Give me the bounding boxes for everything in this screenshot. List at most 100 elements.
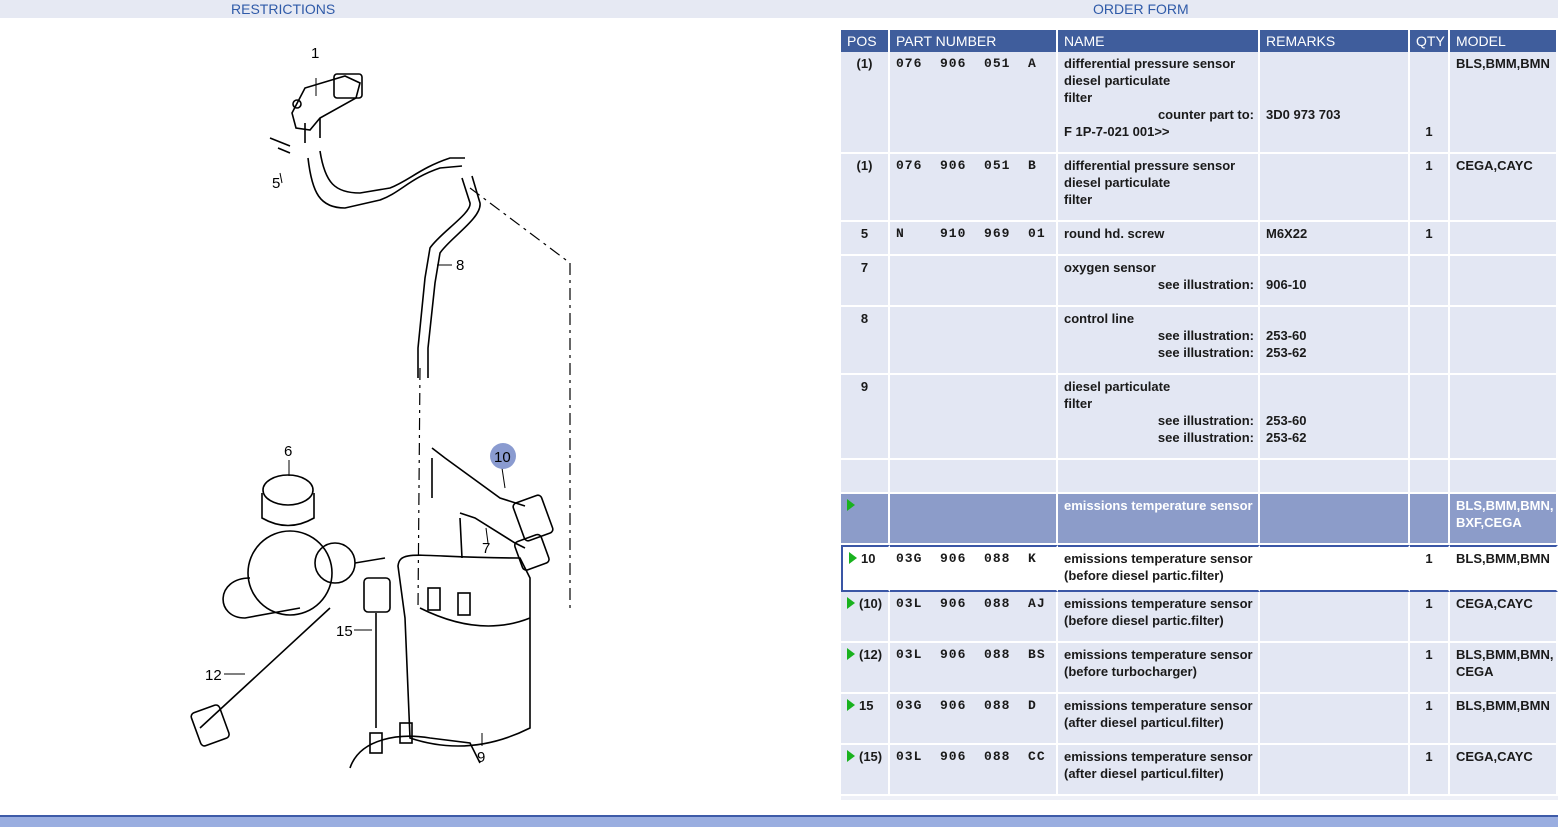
callout-6[interactable]: 6 [284,443,292,460]
top-tab-bar: RESTRICTIONS ORDER FORM [0,0,1558,18]
name-line: emissions temperature sensor [1064,698,1253,713]
see-value[interactable]: 253-62 [1266,344,1408,361]
cell-pos: (1) [841,52,890,154]
table-row[interactable]: (12) 03L 906 088 BS emissions temperatur… [841,643,1558,694]
col-header-part-number[interactable]: PART NUMBER [890,30,1058,52]
table-row-current[interactable]: 10 03G 906 088 K emissions temperature s… [841,545,1558,592]
table-row[interactable]: 7 oxygen sensor see illustration: 906-10 [841,256,1558,307]
callout-12[interactable]: 12 [205,667,222,684]
cell-remarks [1260,694,1410,745]
callout-5[interactable]: 5 [272,175,280,192]
name-line: emissions temperature sensor [1064,551,1253,566]
table-row-empty [841,460,1558,494]
col-header-qty[interactable]: QTY [1410,30,1450,52]
callout-7[interactable]: 7 [482,540,490,557]
cell-part-number: 03G 906 088 K [890,545,1058,592]
cell-name: emissions temperature sensor [1058,494,1260,545]
pos-value: (12) [859,647,883,662]
cell-model: CEGA,CAYC [1450,154,1558,222]
name-line: (before turbocharger) [1064,664,1197,679]
cell-qty: 1 [1410,745,1450,796]
see-label: see illustration: [1157,413,1254,428]
see-value[interactable]: 253-60 [1266,412,1408,429]
callout-10[interactable]: 10 [494,449,511,466]
table-row[interactable]: 8 control line see illustration: see ill… [841,307,1558,375]
see-value[interactable]: 253-62 [1266,429,1408,446]
tab-restrictions[interactable]: RESTRICTIONS [231,1,335,17]
parts-table: POS PART NUMBER NAME REMARKS QTY MODEL (… [841,30,1558,796]
cell-part-number: 076 906 051 B [890,154,1058,222]
see-label: see illustration: [1157,277,1254,292]
cell-remarks: 3D0 973 703 [1260,52,1410,154]
cell-part-number: 03G 906 088 D [890,694,1058,745]
cell-part-number [890,307,1058,375]
pos-value: (10) [859,596,883,611]
cell-model: BLS,BMM,BMN, BXF,CEGA [1450,494,1558,545]
name-line: filter [1064,90,1093,105]
model-line: BXF,CEGA [1456,515,1522,530]
col-header-pos[interactable]: POS [841,30,890,52]
pos-value: 10 [861,551,876,566]
cell-part-number: 076 906 051 A [890,52,1058,154]
cell-part-number: 03L 906 088 AJ [890,592,1058,643]
callout-1[interactable]: 1 [311,45,319,62]
see-value[interactable]: 3D0 973 703 [1266,106,1408,123]
callout-8[interactable]: 8 [456,257,464,274]
cell-qty: 1 [1410,222,1450,256]
model-line: CEGA [1456,664,1494,679]
turbocharger-drawing [222,474,386,619]
name-line: filter [1064,396,1093,411]
exploded-parts-diagram: 1 5 8 6 10 7 15 12 9 [190,45,571,769]
tab-order-form[interactable]: ORDER FORM [1093,1,1189,17]
cell-model: BLS,BMM,BMN, CEGA [1450,643,1558,694]
cell-name: emissions temperature sensor (after dies… [1058,745,1260,796]
qty-value: 1 [1425,124,1433,139]
cell-name: emissions temperature sensor (before die… [1058,545,1260,592]
name-line: (before diesel partic.filter) [1064,613,1224,628]
screw-drawing [269,137,291,154]
cell-qty: 1 [1410,643,1450,694]
table-row-selected[interactable]: emissions temperature sensor BLS,BMM,BMN… [841,494,1558,545]
col-header-model[interactable]: MODEL [1450,30,1558,52]
see-value[interactable]: 253-60 [1266,327,1408,344]
cell-qty: 1 [1410,154,1450,222]
table-row[interactable]: (1) 076 906 051 A differential pressure … [841,52,1558,154]
table-row[interactable]: (15) 03L 906 088 CC emissions temperatur… [841,745,1558,796]
col-header-name[interactable]: NAME [1058,30,1260,52]
cell-remarks: 253-60 253-62 [1260,307,1410,375]
cell-qty: 1 [1410,545,1450,592]
col-header-remarks[interactable]: REMARKS [1260,30,1410,52]
cell-remarks [1260,592,1410,643]
expand-arrow-icon[interactable] [849,552,857,564]
order-form-table-wrap: POS PART NUMBER NAME REMARKS QTY MODEL (… [841,30,1558,800]
callout-15[interactable]: 15 [336,623,353,640]
model-line: BLS,BMM,BMN, [1456,498,1554,513]
name-line: oxygen sensor [1064,260,1156,275]
table-row[interactable]: 15 03G 906 088 D emissions temperature s… [841,694,1558,745]
cell-pos: (10) [841,592,890,643]
cell-name: differential pressure sensor diesel part… [1058,52,1260,154]
parts-diagram-pane: 1 5 8 6 10 7 15 12 9 [0,18,840,798]
see-value[interactable]: 906-10 [1266,276,1408,293]
cell-remarks [1260,494,1410,545]
table-row[interactable]: 9 diesel particulate filter see illustra… [841,375,1558,460]
name-line: diesel particulate [1064,379,1171,394]
control-line-8 [417,177,471,378]
table-row[interactable]: (1) 076 906 051 B differential pressure … [841,154,1558,222]
cell-pos: 7 [841,256,890,307]
expand-arrow-icon[interactable] [847,499,855,511]
table-row[interactable]: 5 N 910 969 01 round hd. screw M6X22 1 [841,222,1558,256]
name-line: diesel particulate [1064,73,1171,88]
cell-part-number [890,256,1058,307]
sensor-15-plug [363,577,391,613]
cell-model [1450,307,1558,375]
expand-arrow-icon[interactable] [847,699,855,711]
expand-arrow-icon[interactable] [847,597,855,609]
cell-qty: 1 [1410,52,1450,154]
particulate-filter-drawing [349,554,531,769]
see-label: see illustration: [1157,345,1254,360]
callout-9[interactable]: 9 [477,749,485,766]
table-row[interactable]: (10) 03L 906 088 AJ emissions temperatur… [841,592,1558,643]
expand-arrow-icon[interactable] [847,648,855,660]
expand-arrow-icon[interactable] [847,750,855,762]
